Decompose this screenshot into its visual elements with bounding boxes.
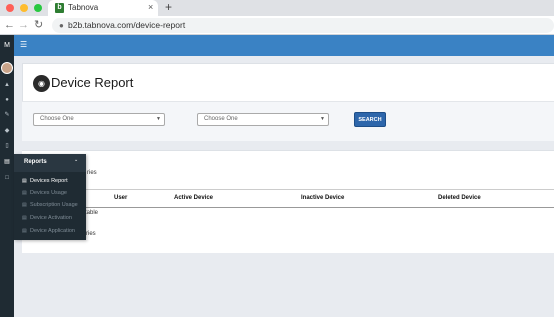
lock-icon: ● — [59, 21, 64, 30]
tag-icon[interactable]: ◆ — [0, 127, 14, 135]
tab-close-icon[interactable]: × — [148, 2, 153, 12]
column-header-active-device[interactable]: Active Device — [174, 195, 213, 201]
hamburger-menu-icon[interactable]: ☰ — [20, 40, 27, 50]
window-minimize-button[interactable] — [20, 4, 28, 12]
window-close-button[interactable] — [6, 4, 14, 12]
new-tab-button[interactable]: + — [165, 0, 172, 15]
url-field[interactable]: ● b2b.tabnova.com/device-report — [52, 18, 554, 33]
window-maximize-button[interactable] — [34, 4, 42, 12]
entries-select-label: ries — [87, 170, 97, 176]
page-title: Device Report — [51, 75, 134, 90]
chart-icon[interactable]: ▤ — [0, 158, 14, 166]
menu-item-devices-report[interactable]: ▤ Devices Report — [22, 175, 68, 187]
app-header: ☰ — [14, 35, 554, 56]
column-header-deleted-device[interactable]: Deleted Device — [438, 195, 481, 201]
list-icon: ▤ — [22, 178, 27, 184]
list-icon: ▤ — [22, 202, 27, 208]
reports-menu-title: Reports — [24, 159, 47, 165]
filter-panel: Choose One ▼ Choose One ▼ SEARCH — [22, 101, 554, 141]
menu-item-device-activation[interactable]: ▤ Device Activation — [22, 212, 72, 224]
mobile-icon[interactable]: ▯ — [0, 142, 14, 150]
browser-tab-bar: b Tabnova × + — [0, 0, 554, 16]
avatar[interactable] — [1, 62, 13, 74]
browser-tab[interactable]: b Tabnova × — [48, 0, 158, 16]
filter-select-1[interactable]: Choose One ▼ — [33, 113, 165, 126]
table-header: User Active Device Inactive Device Delet… — [22, 189, 554, 208]
back-arrow-icon[interactable]: ← — [4, 18, 15, 32]
reload-icon[interactable]: ↻ — [34, 18, 43, 32]
menu-item-subscription-usage[interactable]: ▤ Subscription Usage — [22, 199, 78, 211]
menu-item-devices-usage[interactable]: ▤ Devices Usage — [22, 187, 67, 199]
edit-icon[interactable]: ✎ — [0, 111, 14, 119]
url-text: b2b.tabnova.com/device-report — [68, 20, 186, 30]
menu-item-label: Devices Report — [30, 178, 68, 184]
device-report-icon: ◉ — [33, 75, 50, 92]
forward-arrow-icon[interactable]: → — [18, 18, 29, 32]
entries-info: ries — [86, 231, 96, 237]
chevron-down-icon: ▼ — [320, 116, 325, 122]
app-sidebar: M ▲ ● ✎ ◆ ▯ ▤ □ — [0, 35, 14, 317]
browser-address-bar: ← → ↻ ● b2b.tabnova.com/device-report — [0, 16, 554, 35]
chevron-down-icon: ▼ — [156, 116, 161, 122]
column-header-user[interactable]: User — [114, 195, 127, 201]
column-header-inactive-device[interactable]: Inactive Device — [301, 195, 344, 201]
reports-menu-header[interactable]: Reports ⌄ — [14, 154, 86, 172]
menu-item-device-application[interactable]: ▤ Device Application — [22, 225, 75, 237]
list-icon: ▤ — [22, 190, 27, 196]
menu-item-label: Device Activation — [30, 215, 72, 221]
filter-select-2[interactable]: Choose One ▼ — [197, 113, 329, 126]
menu-item-label: Device Application — [30, 228, 75, 234]
menu-item-label: Devices Usage — [30, 190, 67, 196]
user-icon[interactable]: ● — [0, 96, 14, 104]
table-panel: ries User Active Device Inactive Device … — [22, 150, 554, 253]
select-1-value: Choose One — [40, 116, 74, 122]
list-icon: ▤ — [22, 215, 27, 221]
select-2-value: Choose One — [204, 116, 238, 122]
chevron-down-icon[interactable]: ⌄ — [74, 157, 78, 163]
tab-title: Tabnova — [68, 3, 99, 12]
main-content: ◉ Device Report Choose One ▼ Choose One … — [14, 56, 554, 317]
home-icon[interactable]: ▲ — [0, 81, 14, 89]
brand-logo: M — [4, 42, 10, 49]
reports-flyout-menu: Reports ⌄ ▤ Devices Report ▤ Devices Usage… — [14, 154, 86, 240]
tabnova-favicon-icon: b — [55, 3, 64, 13]
search-button[interactable]: SEARCH — [354, 112, 386, 127]
document-icon[interactable]: □ — [0, 174, 14, 182]
menu-item-label: Subscription Usage — [30, 202, 78, 208]
list-icon: ▤ — [22, 228, 27, 234]
